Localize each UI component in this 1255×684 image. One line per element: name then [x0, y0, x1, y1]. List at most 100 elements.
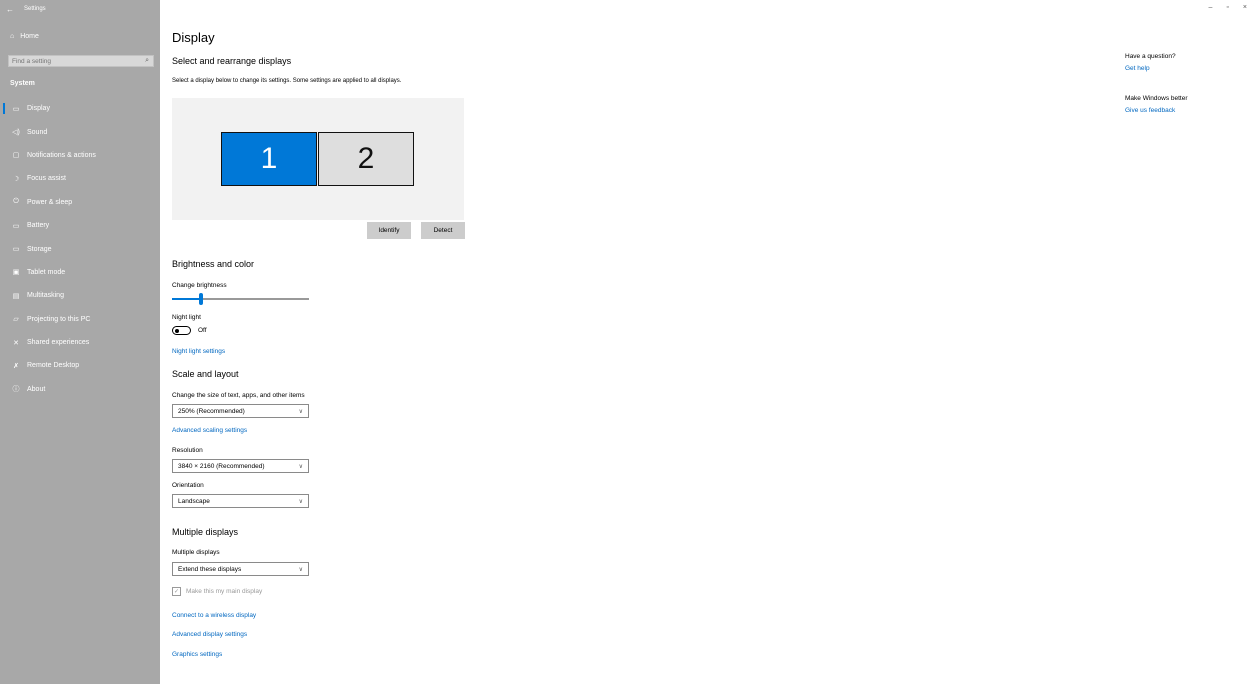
restore-button[interactable]: ▫ [1226, 4, 1228, 11]
identify-button[interactable]: Identify [367, 222, 411, 239]
sidebar-item-remote-desktop[interactable]: ✗ Remote Desktop [0, 354, 160, 377]
sidebar-item-label: Tablet mode [27, 268, 66, 276]
sidebar-item-label: Remote Desktop [27, 362, 80, 370]
monitor-2[interactable]: 2 [318, 132, 414, 186]
search-input[interactable] [12, 57, 132, 65]
chevron-down-icon: ∨ [298, 498, 303, 505]
section-label-system: System [10, 80, 35, 87]
orientation-select[interactable]: Landscape ∨ [172, 494, 309, 508]
sidebar-item-display[interactable]: ▭ Display [0, 97, 160, 120]
advanced-scaling-link[interactable]: Advanced scaling settings [172, 427, 247, 434]
display-icon: ▭ [12, 105, 20, 113]
resolution-label: Resolution [172, 447, 203, 454]
scale-heading: Scale and layout [172, 369, 239, 379]
night-light-settings-link[interactable]: Night light settings [172, 348, 225, 355]
projecting-icon: ▱ [13, 316, 19, 324]
resolution-select[interactable]: 3840 × 2160 (Recommended) ∨ [172, 459, 309, 473]
brightness-heading: Brightness and color [172, 259, 255, 269]
orientation-label: Orientation [172, 482, 204, 489]
sidebar-item-focus-assist[interactable]: ☽ Focus assist [0, 167, 160, 190]
orientation-select-value: Landscape [178, 497, 210, 505]
toggle-knob [175, 328, 179, 333]
home-icon: ⌂ [10, 33, 15, 40]
monitor-1[interactable]: 1 [221, 132, 317, 186]
multiple-displays-select[interactable]: Extend these displays ∨ [172, 562, 309, 576]
sidebar-item-label: Multitasking [27, 292, 64, 300]
search-icon[interactable]: ⌕ [145, 57, 149, 65]
shared-experiences-icon: ✕ [13, 339, 19, 347]
question-title: Have a question? [1125, 53, 1176, 60]
close-button[interactable]: × [1243, 4, 1247, 11]
main-display-checkbox-row: ✓ Make this my main display [172, 587, 262, 596]
chevron-down-icon: ∨ [298, 463, 303, 470]
night-light-state: Off [198, 327, 207, 334]
resolution-select-value: 3840 × 2160 (Recommended) [178, 462, 265, 470]
about-icon: ⓘ [12, 386, 20, 394]
scale-select[interactable]: 250% (Recommended) ∨ [172, 404, 309, 418]
sidebar-item-multitasking[interactable]: ▤ Multitasking [0, 284, 160, 307]
sound-icon: ◁) [12, 129, 20, 137]
battery-icon: ▭ [12, 222, 20, 230]
title-bar: ← Settings [0, 0, 160, 18]
chevron-down-icon: ∨ [298, 408, 303, 415]
remote-desktop-icon: ✗ [13, 362, 19, 370]
minimize-button[interactable]: – [1209, 4, 1213, 11]
sidebar-item-sound[interactable]: ◁) Sound [0, 120, 160, 143]
main-display-checkbox-label: Make this my main display [186, 588, 263, 595]
sidebar-item-label: Focus assist [27, 175, 66, 183]
app-title: Settings [24, 6, 46, 12]
sidebar-item-label: Battery [27, 222, 50, 230]
brightness-slider[interactable] [172, 293, 309, 305]
back-button[interactable]: ← [0, 5, 20, 14]
sidebar-item-about[interactable]: ⓘ About [0, 378, 160, 401]
multitasking-icon: ▤ [12, 292, 20, 300]
detect-button[interactable]: Detect [421, 222, 465, 239]
multiple-displays-heading: Multiple displays [172, 527, 239, 537]
tablet-mode-icon: ▣ [12, 269, 20, 277]
search-box[interactable]: ⌕ [8, 55, 154, 67]
nav-home[interactable]: ⌂ Home [10, 33, 39, 40]
sidebar-item-tablet-mode[interactable]: ▣ Tablet mode [0, 261, 160, 284]
rearrange-description: Select a display below to change its set… [172, 78, 402, 84]
help-panel: Have a question? Get help Make Windows b… [1125, 53, 1245, 114]
sidebar: ← Settings ⌂ Home ⌕ System ▭ Display ◁) … [0, 0, 160, 684]
window-controls: – ▫ × [1209, 4, 1247, 11]
sidebar-item-power-sleep[interactable]: ⏻ Power & sleep [0, 191, 160, 214]
focus-assist-icon: ☽ [12, 175, 20, 183]
display-arrangement-area: 1 2 [172, 98, 464, 220]
brightness-track [201, 298, 309, 300]
brightness-thumb[interactable] [199, 293, 203, 305]
sidebar-item-storage[interactable]: ▭ Storage [0, 237, 160, 260]
nav-list: ▭ Display ◁) Sound ▢ Notifications & act… [0, 97, 160, 401]
nav-home-label: Home [20, 33, 39, 40]
sidebar-item-notifications[interactable]: ▢ Notifications & actions [0, 144, 160, 167]
sidebar-item-label: About [27, 385, 46, 393]
night-light-toggle[interactable] [172, 326, 191, 335]
advanced-display-settings-link[interactable]: Advanced display settings [172, 631, 247, 638]
get-help-link[interactable]: Get help [1125, 65, 1245, 72]
make-windows-better-title: Make Windows better [1125, 95, 1188, 102]
sidebar-item-label: Shared experiences [27, 339, 90, 347]
sidebar-item-label: Sound [27, 128, 48, 136]
power-icon: ⏻ [13, 198, 19, 206]
rearrange-heading: Select and rearrange displays [172, 56, 292, 66]
sidebar-item-label: Storage [27, 245, 52, 253]
sidebar-item-shared-experiences[interactable]: ✕ Shared experiences [0, 331, 160, 354]
storage-icon: ▭ [12, 246, 20, 254]
give-feedback-link[interactable]: Give us feedback [1125, 107, 1245, 114]
sidebar-item-label: Projecting to this PC [27, 315, 91, 323]
scale-select-value: 250% (Recommended) [178, 407, 245, 415]
notifications-icon: ▢ [12, 152, 20, 160]
main-display-checkbox: ✓ [172, 587, 181, 596]
sidebar-item-projecting[interactable]: ▱ Projecting to this PC [0, 308, 160, 331]
chevron-down-icon: ∨ [298, 566, 303, 573]
sidebar-item-label: Notifications & actions [27, 151, 96, 159]
page-title: Display [172, 30, 215, 45]
multiple-displays-select-value: Extend these displays [178, 565, 242, 573]
sidebar-item-label: Display [27, 105, 50, 113]
connect-wireless-display-link[interactable]: Connect to a wireless display [172, 612, 256, 619]
size-label: Change the size of text, apps, and other… [172, 392, 305, 399]
graphics-settings-link[interactable]: Graphics settings [172, 651, 222, 658]
multiple-displays-label: Multiple displays [172, 549, 220, 556]
sidebar-item-battery[interactable]: ▭ Battery [0, 214, 160, 237]
